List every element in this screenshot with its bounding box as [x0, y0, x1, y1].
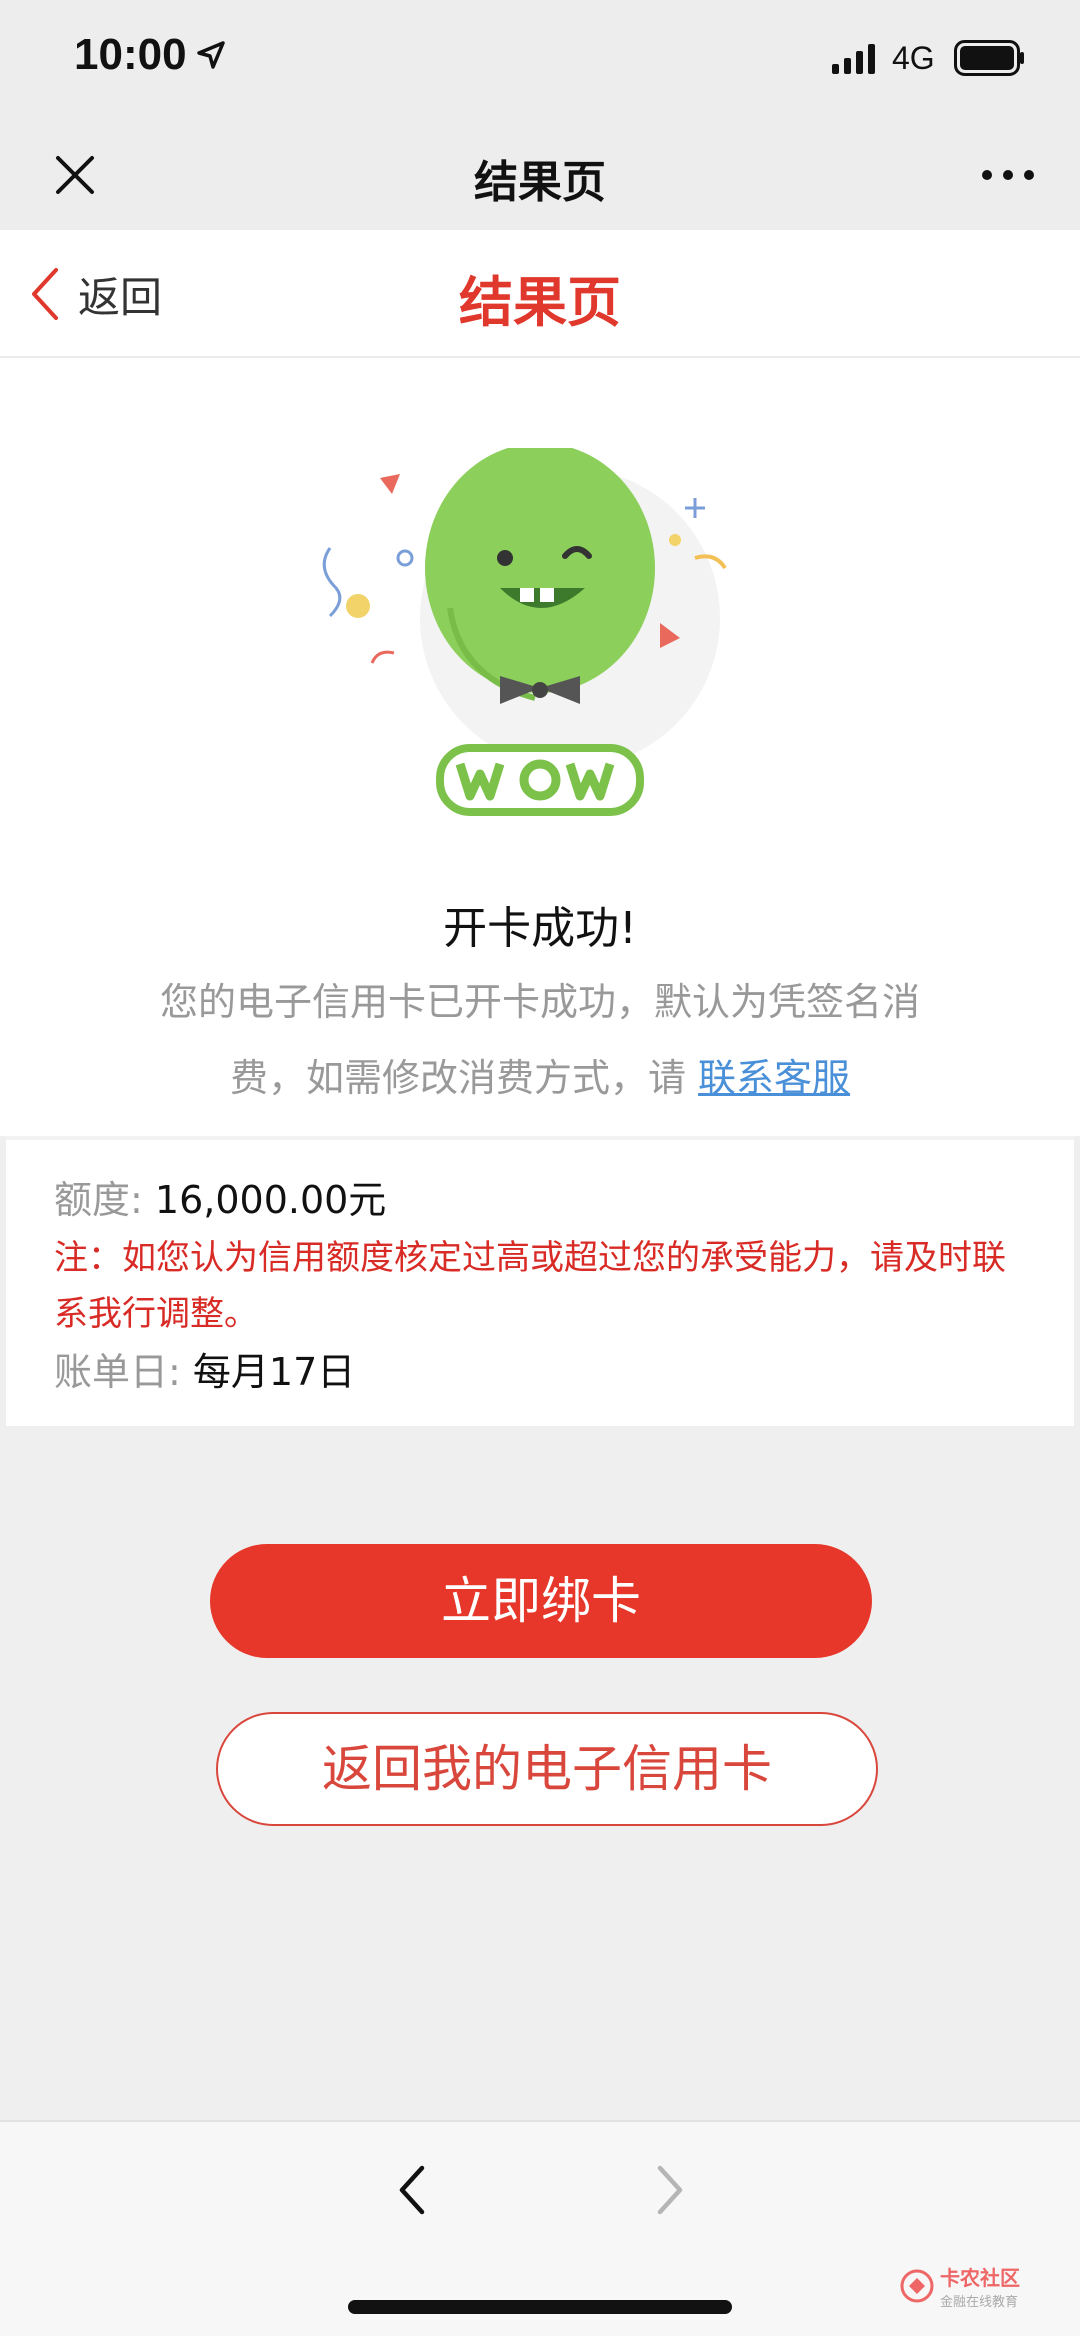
more-icon[interactable]: [980, 168, 1036, 182]
page-header: 返回 结果页: [0, 230, 1080, 358]
network-type: 4G: [892, 40, 935, 76]
result-description: 您的电子信用卡已开卡成功，默认为凭签名消费，如需修改消费方式，请 联系客服: [150, 964, 930, 1116]
status-bar: 10:00 4G: [0, 0, 1080, 120]
return-credit-card-button[interactable]: 返回我的电子信用卡: [216, 1712, 878, 1826]
credit-info-card: 额度: 16,000.00元 注：如您认为信用额度核定过高或超过您的承受能力，请…: [6, 1136, 1074, 1426]
limit-label: 额度:: [54, 1178, 143, 1222]
watermark-text: 卡农社区 金融在线教育: [940, 2262, 1020, 2310]
watermark-title: 卡农社区: [940, 2266, 1020, 2290]
watermark: 卡农社区 金融在线教育: [900, 2262, 1020, 2310]
home-indicator[interactable]: [348, 2300, 732, 2314]
chevron-right-icon: [657, 2165, 683, 2215]
result-area: 开卡成功! 您的电子信用卡已开卡成功，默认为凭签名消费，如需修改消费方式，请 联…: [0, 358, 1080, 1136]
status-time: 10:00: [74, 30, 187, 79]
billing-row: 账单日: 每月17日: [54, 1342, 1026, 1402]
result-heading: 开卡成功!: [443, 903, 637, 954]
signal-icon: [832, 44, 875, 74]
billing-value: 每月17日: [192, 1350, 356, 1394]
limit-note: 注：如您认为信用额度核定过高或超过您的承受能力，请及时联系我行调整。: [54, 1238, 1006, 1334]
contact-service-link[interactable]: 联系客服: [698, 1056, 850, 1100]
battery-icon: [954, 40, 1024, 76]
limit-row: 额度: 16,000.00元: [54, 1170, 1026, 1230]
wechat-nav-title: 结果页: [474, 157, 606, 208]
billing-label: 账单日:: [54, 1350, 181, 1394]
watermark-logo-icon: [900, 2269, 934, 2303]
wow-balloon-illustration: [322, 448, 727, 816]
bind-card-button[interactable]: 立即绑卡: [210, 1544, 872, 1658]
watermark-subtitle: 金融在线教育: [940, 2295, 1019, 2310]
page-title: 结果页: [459, 271, 621, 334]
limit-value: 16,000.00元: [154, 1178, 387, 1222]
chevron-left-icon[interactable]: [392, 2160, 432, 2220]
location-arrow-icon: [197, 41, 225, 69]
wechat-nav-bar: 结果页: [0, 120, 1080, 230]
